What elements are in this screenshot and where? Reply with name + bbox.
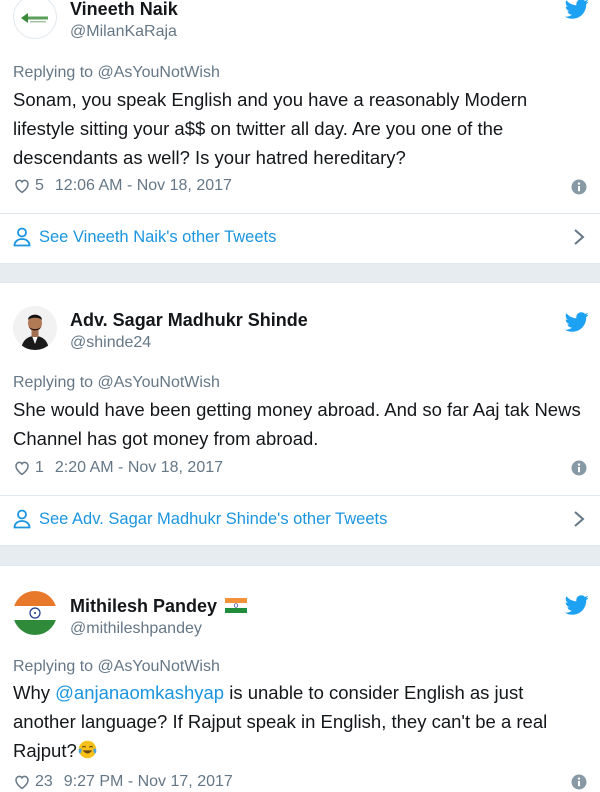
info-icon[interactable]	[571, 179, 587, 195]
timestamp[interactable]: 2:20 AM - Nov 18, 2017	[55, 459, 223, 477]
divider	[0, 213, 600, 214]
heart-icon[interactable]	[13, 177, 31, 195]
tweet-text-prefix: Why	[13, 682, 56, 703]
heart-icon[interactable]	[13, 773, 31, 791]
tears-of-joy-emoji-icon	[78, 740, 97, 759]
avatar[interactable]	[13, 0, 57, 39]
chevron-right-icon[interactable]	[572, 228, 586, 246]
tweet-feed: Vineeth Naik @MilanKaRaja Replying to @A…	[0, 0, 600, 792]
like-count[interactable]: 23	[35, 773, 53, 791]
heart-icon[interactable]	[13, 459, 31, 477]
avatar[interactable]	[13, 591, 57, 635]
twitter-bird-icon[interactable]	[565, 593, 589, 617]
tweet-text: She would have been getting money abroad…	[13, 399, 581, 449]
see-other-tweets-label: See Vineeth Naik's other Tweets	[39, 227, 277, 246]
like-count[interactable]: 1	[35, 459, 44, 477]
tweet-card: Mithilesh Pandey @mithileshpandey Replyi…	[0, 565, 600, 792]
replying-to[interactable]: Replying to @AsYouNotWish	[13, 64, 220, 82]
tweet-meta: 1 2:20 AM - Nov 18, 2017	[13, 457, 223, 479]
india-flag-icon	[225, 598, 248, 613]
see-other-tweets-link[interactable]: See Adv. Sagar Madhukr Shinde's other Tw…	[13, 506, 387, 532]
like-count[interactable]: 5	[35, 177, 44, 195]
user-handle[interactable]: @shinde24	[70, 334, 151, 352]
display-name[interactable]: Mithilesh Pandey	[70, 596, 248, 617]
timestamp[interactable]: 12:06 AM - Nov 18, 2017	[55, 177, 232, 195]
person-icon	[13, 509, 31, 529]
display-name[interactable]: Adv. Sagar Madhukr Shinde	[70, 310, 308, 331]
tweet-meta: 23 9:27 PM - Nov 17, 2017	[13, 771, 233, 792]
display-name[interactable]: Vineeth Naik	[70, 0, 178, 20]
tweet-text: Why @anjanaomkashyap is unable to consid…	[13, 678, 588, 765]
see-other-tweets-link[interactable]: See Vineeth Naik's other Tweets	[13, 224, 276, 250]
tweet-meta: 5 12:06 AM - Nov 18, 2017	[13, 175, 232, 197]
tweet-card: Vineeth Naik @MilanKaRaja Replying to @A…	[0, 0, 600, 264]
mention-link[interactable]: @anjanaomkashyap	[55, 682, 224, 703]
person-icon	[13, 227, 31, 247]
tweet-text: Sonam, you speak English and you have a …	[13, 89, 528, 168]
replying-to[interactable]: Replying to @AsYouNotWish	[13, 374, 220, 392]
info-icon[interactable]	[571, 774, 587, 790]
avatar[interactable]	[13, 306, 57, 350]
divider	[0, 495, 600, 496]
twitter-bird-icon[interactable]	[565, 310, 589, 334]
chevron-right-icon[interactable]	[572, 510, 586, 528]
tweet-card: Adv. Sagar Madhukr Shinde @shinde24 Repl…	[0, 282, 600, 546]
twitter-bird-icon[interactable]	[565, 0, 589, 21]
replying-to[interactable]: Replying to @AsYouNotWish	[13, 658, 220, 676]
user-handle[interactable]: @MilanKaRaja	[70, 23, 177, 41]
user-handle[interactable]: @mithileshpandey	[70, 620, 202, 638]
display-name-text[interactable]: Mithilesh Pandey	[70, 596, 217, 616]
info-icon[interactable]	[571, 460, 587, 476]
timestamp[interactable]: 9:27 PM - Nov 17, 2017	[64, 773, 233, 791]
see-other-tweets-label: See Adv. Sagar Madhukr Shinde's other Tw…	[39, 509, 388, 528]
